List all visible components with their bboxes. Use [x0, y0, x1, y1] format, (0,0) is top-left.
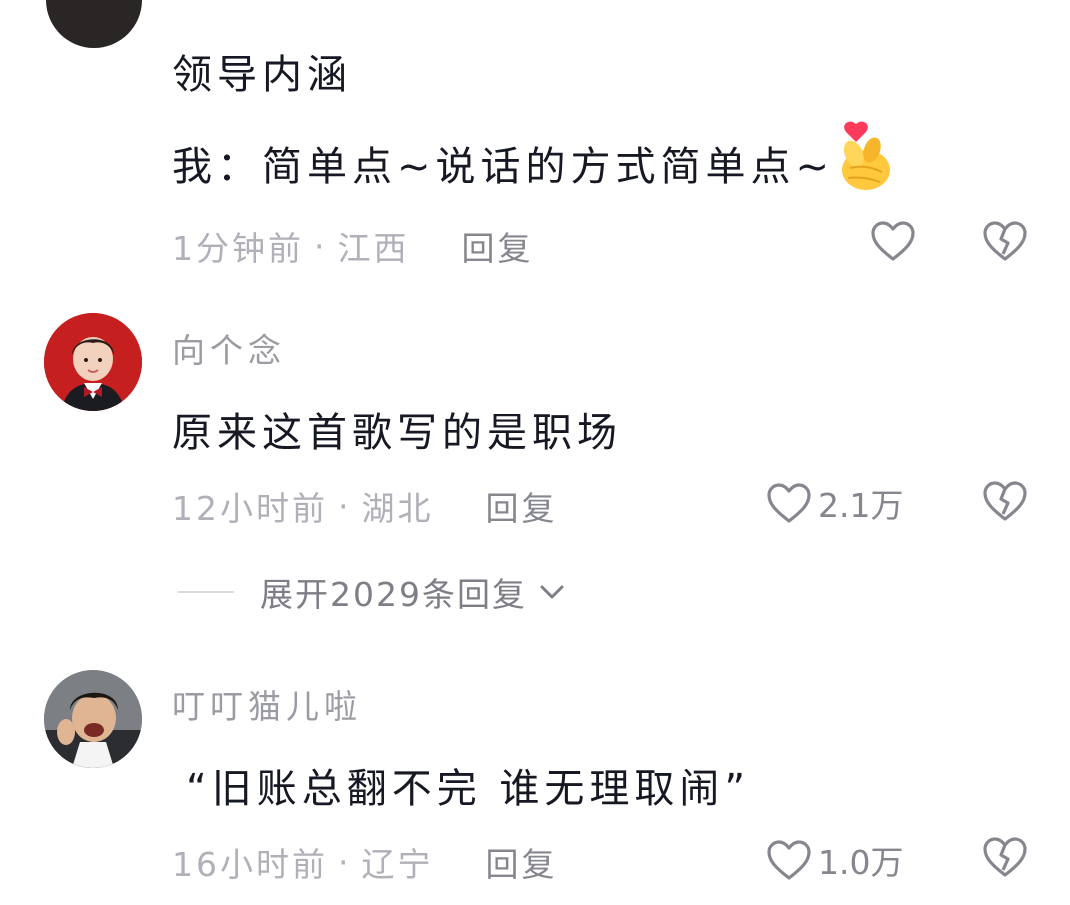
dislike-button[interactable] — [982, 836, 1030, 880]
separator-dot: · — [314, 226, 328, 266]
comment-text: “旧账总翻不完 谁无理取闹” — [186, 766, 751, 812]
comment-location: 辽宁 — [361, 845, 434, 884]
heart-outline-icon — [767, 483, 811, 523]
heart-outline-icon — [871, 221, 915, 261]
chevron-down-icon — [540, 585, 564, 599]
like-count: 2.1万 — [818, 486, 904, 525]
comment-location: 江西 — [337, 229, 410, 268]
divider-line — [178, 591, 234, 593]
avatar[interactable] — [44, 313, 142, 411]
comment-time: 16小时前 — [172, 845, 328, 884]
comment-time: 1分钟前 — [172, 229, 304, 268]
like-button[interactable]: 1.0万 — [766, 836, 903, 884]
comment-meta: 12小时前 · 湖北 回复 — [172, 482, 558, 530]
comment-location: 湖北 — [361, 489, 434, 528]
broken-heart-icon — [983, 837, 1027, 877]
comment-meta: 1分钟前 · 江西 回复 — [172, 222, 534, 270]
expand-replies-button[interactable]: 展开2029条回复 — [178, 568, 567, 616]
reply-button[interactable]: 回复 — [462, 222, 534, 270]
avatar[interactable] — [44, 670, 142, 768]
username[interactable]: 向个念 — [172, 324, 286, 372]
dislike-button[interactable] — [982, 220, 1030, 264]
finger-heart-emoji-icon — [836, 120, 894, 192]
username[interactable]: 叮叮猫儿啦 — [172, 680, 362, 728]
like-button[interactable]: 2.1万 — [766, 479, 903, 527]
reply-button[interactable]: 回复 — [486, 838, 558, 886]
broken-heart-icon — [983, 481, 1027, 521]
comment-text: 我：简单点~说话的方式简单点~ — [172, 121, 894, 192]
broken-heart-icon — [983, 221, 1027, 261]
like-count: 1.0万 — [818, 843, 904, 882]
comment-text-line: 领导内涵 — [172, 52, 352, 98]
heart-outline-icon — [767, 840, 811, 880]
comment-text: 原来这首歌写的是职场 — [172, 410, 622, 456]
comment-time: 12小时前 — [172, 489, 328, 528]
reply-button[interactable]: 回复 — [486, 482, 558, 530]
separator-dot: · — [338, 486, 352, 526]
like-button[interactable] — [870, 220, 918, 264]
comment-meta: 16小时前 · 辽宁 回复 — [172, 838, 558, 886]
comment-text-line: 我：简单点~说话的方式简单点~ — [172, 144, 835, 190]
expand-replies-label: 展开2029条回复 — [260, 575, 527, 614]
avatar[interactable] — [46, 0, 142, 48]
dislike-button[interactable] — [982, 480, 1030, 524]
separator-dot: · — [338, 842, 352, 882]
